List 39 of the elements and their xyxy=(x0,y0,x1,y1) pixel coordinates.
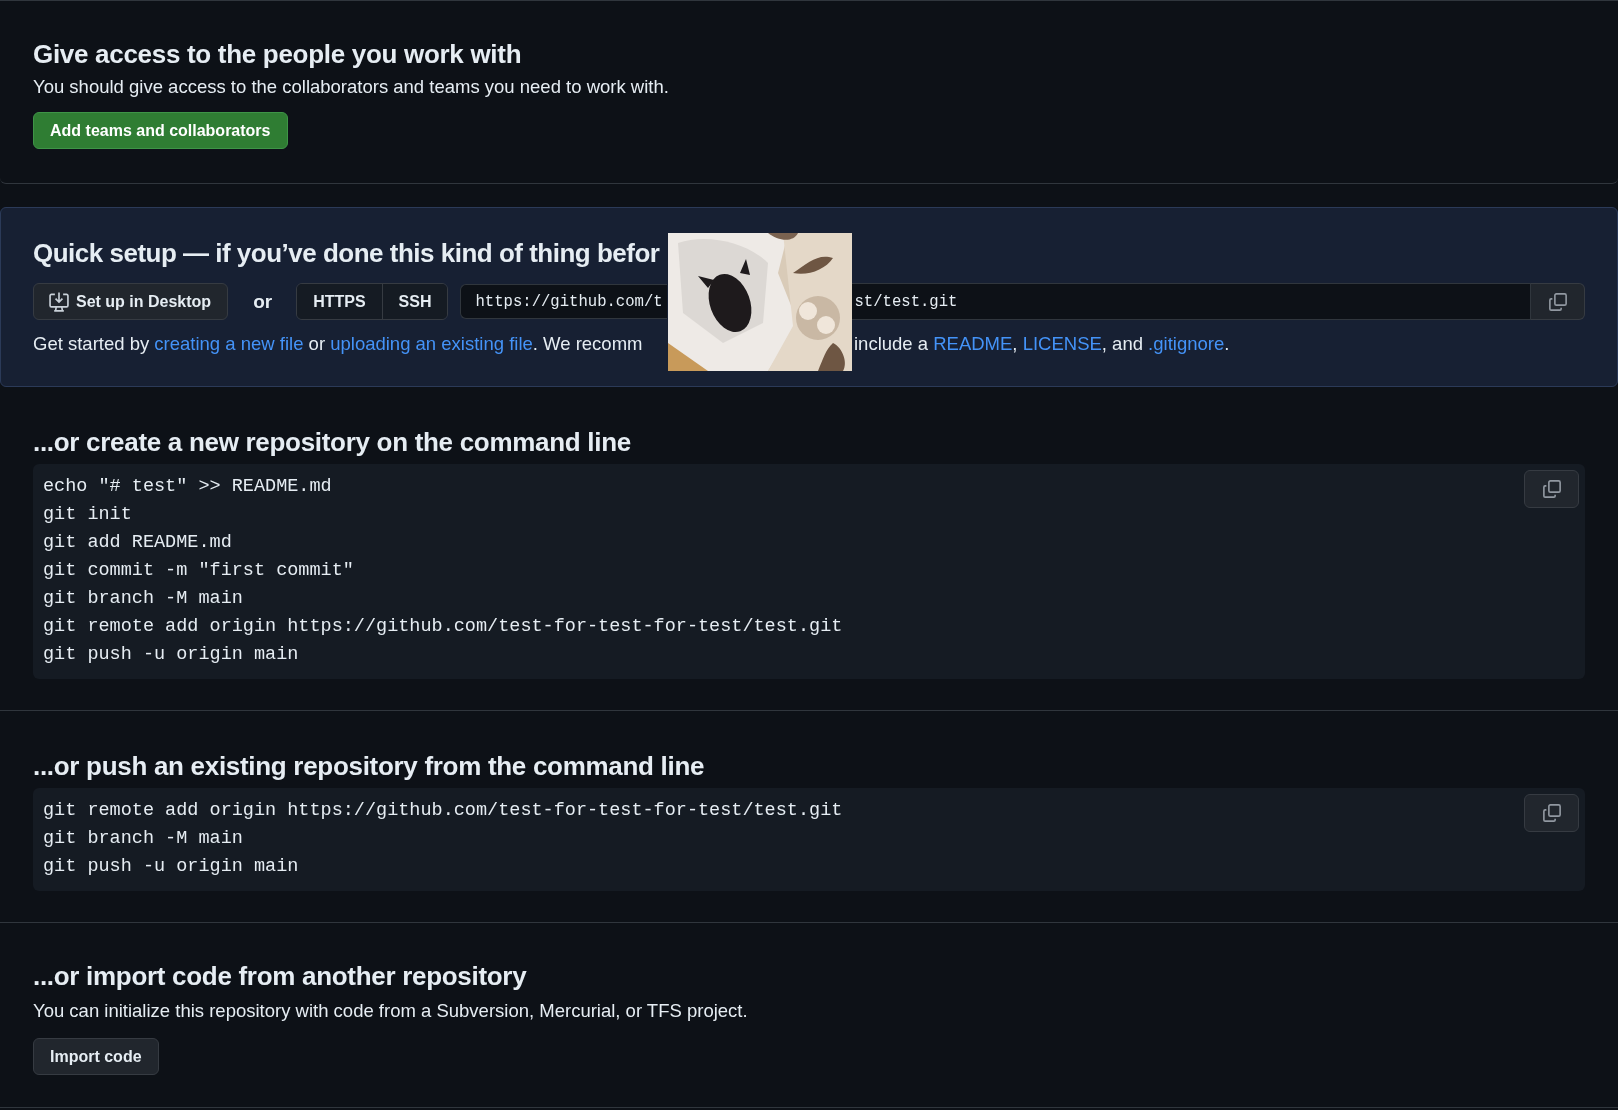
copy-button[interactable] xyxy=(1524,470,1579,508)
code-line: git init xyxy=(43,503,133,527)
code-line: git push -u origin main xyxy=(43,643,300,667)
code-line: git branch -M main xyxy=(43,827,244,851)
section-title: ...or import code from another repository xyxy=(33,961,528,992)
text-link[interactable]: creating a new file xyxy=(154,333,304,354)
code-line: echo "# test" >> README.md xyxy=(43,475,333,499)
copy-icon xyxy=(1541,479,1562,499)
add-collaborators-button[interactable]: Add teams and collaborators xyxy=(33,112,288,149)
code-line: git push -u origin main xyxy=(43,855,300,879)
protocol-button[interactable]: SSH xyxy=(381,284,448,319)
text-link[interactable]: .gitignore xyxy=(1148,333,1225,354)
code-line: git remote add origin https://github.com/test-for-test-for-test/test.git xyxy=(43,615,844,639)
copy-button[interactable] xyxy=(1524,794,1579,832)
section-title: Give access to the people you work with xyxy=(33,39,523,70)
text-link[interactable]: uploading an existing file xyxy=(330,333,533,354)
text-link[interactable]: README xyxy=(933,333,1013,354)
setup-desktop-button[interactable]: Set up in Desktop xyxy=(33,283,229,320)
copy-button[interactable] xyxy=(1531,283,1585,320)
section-description: You can initialize this repository with code from a Subversion, Mercurial, or TFS project. xyxy=(33,1000,749,1022)
section-description: You should give access to the collaborators and teams you need to work with. xyxy=(33,76,670,98)
code-line: git add README.md xyxy=(43,531,233,555)
quick-setup-title: Quick setup — if you’ve done this kind of thing befor xyxy=(33,238,661,269)
section-title: ...or push an existing repository from the command line xyxy=(33,751,706,782)
copy-icon xyxy=(1541,803,1562,823)
or-label: or xyxy=(253,290,273,313)
code-line: git commit -m "first commit" xyxy=(43,559,355,583)
section-title: ...or create a new repository on the command line xyxy=(33,427,632,458)
import-code-button[interactable]: Import code xyxy=(33,1038,159,1075)
intro-text: Get started by creating a new file or uploading an existing file. We recomm xyxy=(33,333,644,355)
text-link[interactable]: LICENSE xyxy=(1022,333,1102,354)
protocol-button[interactable]: HTTPS xyxy=(297,284,382,319)
clone-url-field[interactable]: https://github.com/t xyxy=(460,284,668,319)
copy-icon xyxy=(1547,291,1568,312)
clone-url-field[interactable]: st/test.git xyxy=(851,283,1531,320)
intro-text: include a README, LICENSE, and .gitignore. xyxy=(854,333,1230,355)
code-line: git branch -M main xyxy=(43,587,244,611)
desktop-download-icon xyxy=(48,290,70,313)
code-line: git remote add origin https://github.com/test-for-test-for-test/test.git xyxy=(43,799,844,823)
